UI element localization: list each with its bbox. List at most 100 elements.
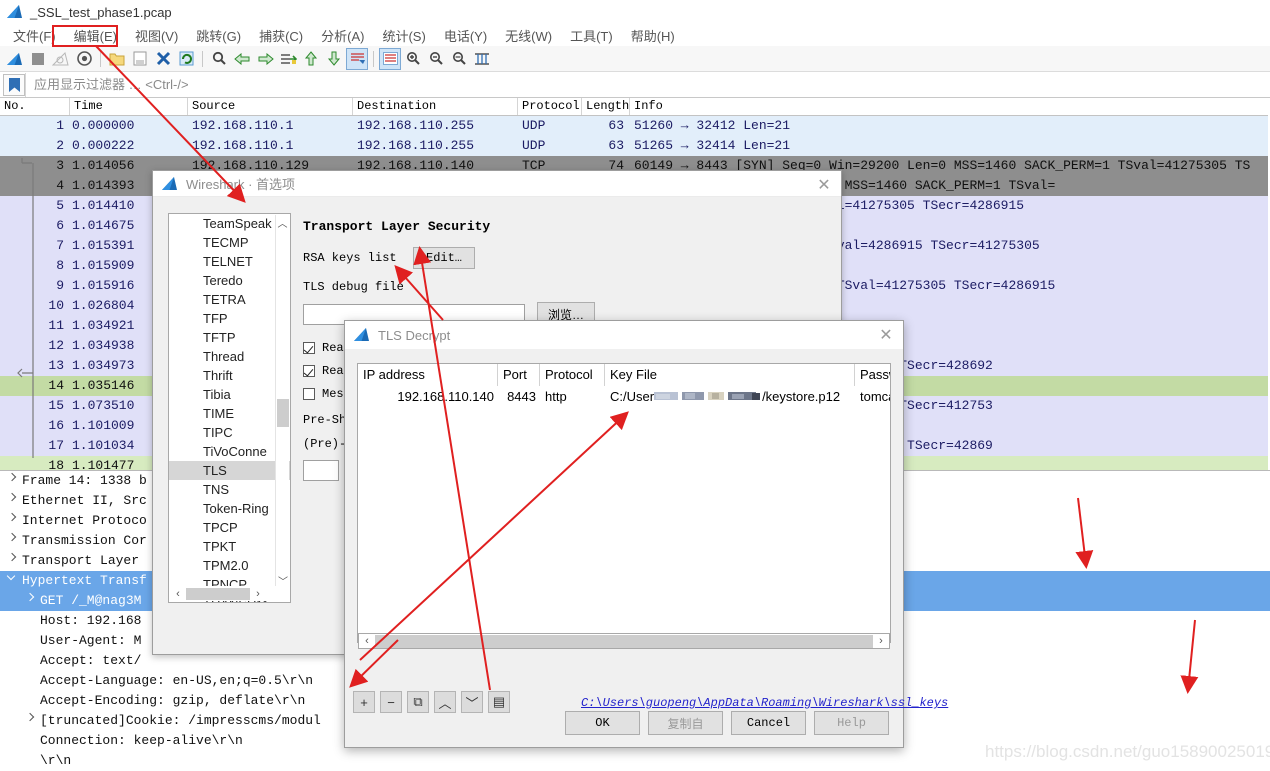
scrollbar-thumb[interactable] — [186, 587, 250, 600]
go-forward-icon[interactable] — [254, 48, 276, 70]
cell-protocol[interactable]: http — [540, 386, 605, 408]
zoom-out-icon[interactable] — [425, 48, 447, 70]
keylog-file-input[interactable] — [303, 460, 339, 481]
column-header-source[interactable]: Source — [188, 98, 353, 115]
capture-options-icon[interactable] — [73, 48, 95, 70]
protocol-list-item-token-ring[interactable]: Token-Ring — [169, 499, 290, 518]
tls-keys-horizontal-scrollbar[interactable]: ‹ › — [358, 633, 890, 649]
scroll-right-icon[interactable]: › — [250, 588, 266, 600]
chevron-right-icon[interactable] — [4, 471, 22, 491]
column-header-info[interactable]: Info — [630, 98, 1270, 115]
scroll-left-icon[interactable]: ‹ — [170, 588, 186, 600]
go-first-packet-icon[interactable] — [300, 48, 322, 70]
protocol-list-item-thread[interactable]: Thread — [169, 347, 290, 366]
column-header-length[interactable]: Length — [582, 98, 630, 115]
stop-capture-icon[interactable] — [27, 48, 49, 70]
cell-key-file[interactable]: C:/User /keystore.p12 — [605, 386, 855, 408]
chevron-down-icon[interactable] — [4, 571, 22, 591]
close-icon[interactable]: ✕ — [813, 175, 835, 195]
bookmark-icon[interactable] — [3, 73, 25, 96]
ok-button[interactable]: OK — [565, 711, 640, 735]
protocol-list-item-tfp[interactable]: TFP — [169, 309, 290, 328]
message-auth-checkbox[interactable] — [303, 388, 315, 400]
column-header-time[interactable]: Time — [70, 98, 188, 115]
packet-row[interactable]: 2 0.000222 192.168.110.1 192.168.110.255 UDP… — [0, 136, 1270, 156]
clear-icon[interactable]: ▤ — [488, 691, 510, 713]
packet-row[interactable]: 1 0.000000 192.168.110.1 192.168.110.255 UDP… — [0, 116, 1270, 136]
add-icon[interactable]: + — [353, 691, 375, 713]
move-up-icon[interactable]: ︿ — [434, 691, 456, 713]
copy-icon[interactable]: ⧉ — [407, 691, 429, 713]
zoom-reset-icon[interactable] — [448, 48, 470, 70]
protocol-list-item-tftp[interactable]: TFTP — [169, 328, 290, 347]
cell-ip-address[interactable]: 192.168.110.140 — [358, 386, 498, 408]
menu-analyze[interactable]: 分析(A) — [312, 24, 373, 47]
reload-file-icon[interactable] — [175, 48, 197, 70]
scroll-down-icon[interactable]: ﹀ — [276, 573, 290, 588]
protocol-list-item-tpm2-0[interactable]: TPM2.0 — [169, 556, 290, 575]
go-to-packet-icon[interactable] — [277, 48, 299, 70]
go-back-icon[interactable] — [231, 48, 253, 70]
menu-telephony[interactable]: 电话(Y) — [435, 24, 496, 47]
ssl-keys-profile-path-link[interactable]: C:\Users\guopeng\AppData\Roaming\Wiresha… — [581, 696, 948, 710]
scrollbar-thumb[interactable] — [375, 634, 873, 648]
protocol-list-item-tpcp[interactable]: TPCP — [169, 518, 290, 537]
colorize-icon[interactable] — [379, 47, 401, 70]
protocol-list-item-time[interactable]: TIME — [169, 404, 290, 423]
protocol-list-item-tipc[interactable]: TIPC — [169, 423, 290, 442]
menu-go[interactable]: 跳转(G) — [187, 24, 250, 47]
protocol-list-item-tls[interactable]: TLS — [169, 461, 290, 480]
menu-capture[interactable]: 捕获(C) — [250, 24, 312, 47]
column-header-protocol[interactable]: Protocol — [540, 364, 605, 386]
protocol-list-item-tetra[interactable]: TETRA — [169, 290, 290, 309]
protocol-list-rows[interactable]: TeamSpeak TECMP TELNET Teredo TETRA TFP TFTP Th… — [169, 214, 290, 602]
protocol-list-vertical-scrollbar[interactable]: ︿ ﹀ — [275, 215, 290, 588]
protocol-list-item-thrift[interactable]: Thrift — [169, 366, 290, 385]
protocol-list-item-tns[interactable]: TNS — [169, 480, 290, 499]
chevron-right-icon[interactable] — [22, 591, 40, 611]
cancel-button[interactable]: Cancel — [731, 711, 806, 735]
chevron-right-icon[interactable] — [4, 511, 22, 531]
tls-keys-table[interactable]: IP address Port Protocol Key File Passwo… — [357, 363, 891, 643]
protocol-list-item-tpkt[interactable]: TPKT — [169, 537, 290, 556]
scroll-right-icon[interactable]: › — [873, 635, 889, 647]
open-file-icon[interactable] — [106, 48, 128, 70]
protocol-list-item-teamspeak[interactable]: TeamSpeak — [169, 214, 290, 233]
start-capture-icon[interactable] — [4, 48, 26, 70]
protocol-list-item-teredo[interactable]: Teredo — [169, 271, 290, 290]
protocol-list-item-tivoconne[interactable]: TiVoConne — [169, 442, 290, 461]
protocol-list[interactable]: TeamSpeak TECMP TELNET Teredo TETRA TFP TFTP Th… — [168, 213, 291, 603]
scrollbar-thumb[interactable] — [277, 399, 289, 427]
remove-icon[interactable]: − — [380, 691, 402, 713]
menu-statistics[interactable]: 统计(S) — [373, 24, 434, 47]
restart-capture-icon[interactable] — [50, 48, 72, 70]
chevron-right-icon[interactable] — [4, 551, 22, 571]
save-file-icon[interactable] — [129, 48, 151, 70]
protocol-list-item-tecmp[interactable]: TECMP — [169, 233, 290, 252]
menu-help[interactable]: 帮助(H) — [622, 24, 684, 47]
table-row[interactable]: 192.168.110.140 8443 http C:/User /keyst… — [358, 386, 890, 408]
zoom-in-icon[interactable] — [402, 48, 424, 70]
copy-from-button[interactable]: 复制自 — [648, 711, 723, 735]
column-header-password[interactable]: Password — [855, 364, 890, 386]
column-header-ip-address[interactable]: IP address — [358, 364, 498, 386]
chevron-right-icon[interactable] — [4, 491, 22, 511]
column-header-key-file[interactable]: Key File — [605, 364, 855, 386]
help-button[interactable]: Help — [814, 711, 889, 735]
scroll-up-icon[interactable]: ︿ — [276, 215, 289, 230]
cell-port[interactable]: 8443 — [498, 386, 540, 408]
close-icon[interactable]: ✕ — [875, 325, 897, 345]
tls-decrypt-dialog[interactable]: TLS Decrypt ✕ IP address Port Protocol K… — [344, 320, 948, 748]
rsa-keys-edit-button[interactable]: Edit… — [413, 247, 476, 269]
protocol-list-item-telnet[interactable]: TELNET — [169, 252, 290, 271]
protocol-list-item-tibia[interactable]: Tibia — [169, 385, 290, 404]
column-header-protocol[interactable]: Protocol — [518, 98, 582, 115]
cell-password[interactable]: tomcat — [855, 386, 890, 408]
scroll-left-icon[interactable]: ‹ — [359, 635, 375, 647]
column-header-destination[interactable]: Destination — [353, 98, 518, 115]
resize-columns-icon[interactable] — [471, 48, 493, 70]
find-packet-icon[interactable] — [208, 48, 230, 70]
close-file-icon[interactable] — [152, 48, 174, 70]
reassemble-app-data-checkbox[interactable] — [303, 365, 315, 377]
column-header-port[interactable]: Port — [498, 364, 540, 386]
